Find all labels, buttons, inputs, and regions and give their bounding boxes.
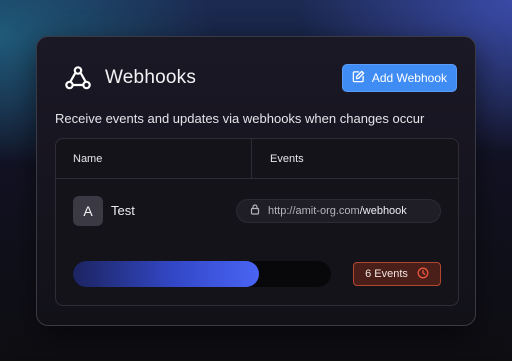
progress-fill <box>73 261 259 287</box>
clock-icon <box>417 267 429 282</box>
events-count-badge[interactable]: 6 Events <box>353 262 441 286</box>
page-title: Webhooks <box>105 67 197 88</box>
table-header: Name Events <box>56 139 458 179</box>
webhooks-table: Name Events A Test http://amit-org.com/w… <box>55 138 459 306</box>
card-header: Webhooks Add Webhook <box>63 63 457 93</box>
avatar: A <box>73 196 103 226</box>
webhook-url[interactable]: http://amit-org.com/webhook <box>236 199 441 223</box>
add-webhook-label: Add Webhook <box>371 71 447 85</box>
table-row-progress: 6 Events <box>56 241 458 305</box>
column-header-events: Events <box>270 152 304 165</box>
url-host: http://amit-org.com <box>268 205 360 217</box>
title-group: Webhooks <box>63 63 196 93</box>
description-text: Receive events and updates via webhooks … <box>55 111 425 126</box>
webhook-icon <box>63 63 93 93</box>
webhooks-card: Webhooks Add Webhook Receive events and … <box>36 36 476 326</box>
webhook-name: Test <box>111 203 135 218</box>
edit-icon <box>352 70 365 86</box>
table-row[interactable]: A Test http://amit-org.com/webhook <box>56 179 458 241</box>
lock-icon <box>250 204 260 218</box>
url-path: /webhook <box>359 205 407 217</box>
column-header-name: Name <box>56 139 252 178</box>
delivery-progress-bar <box>73 261 331 287</box>
events-count-label: 6 Events <box>365 268 408 280</box>
add-webhook-button[interactable]: Add Webhook <box>341 64 457 92</box>
